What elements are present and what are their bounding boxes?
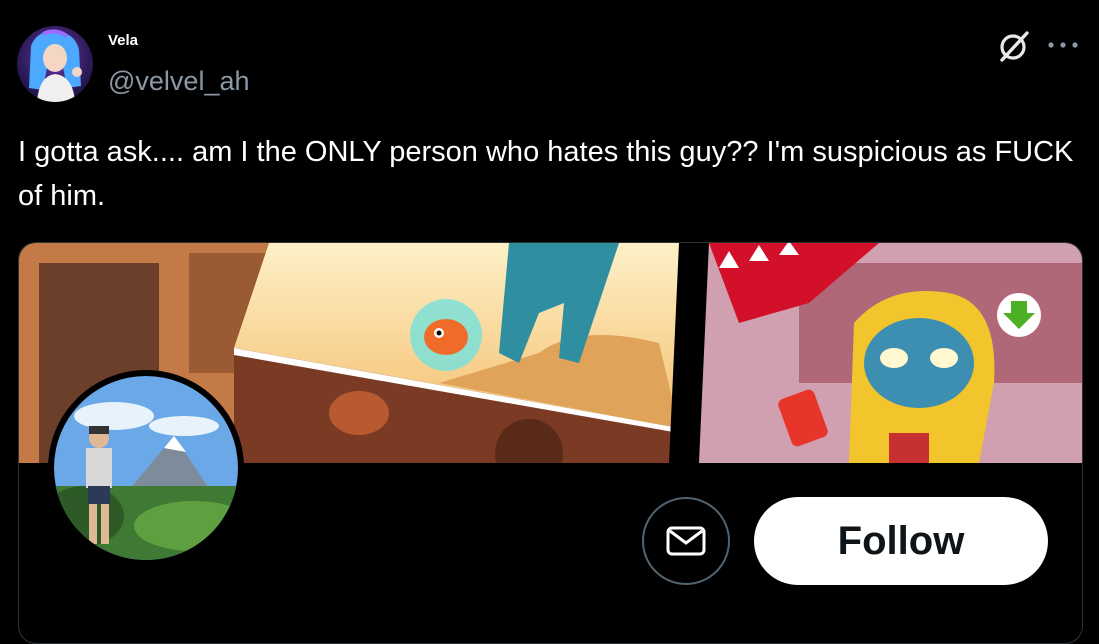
follow-button[interactable]: Follow: [754, 497, 1048, 585]
envelope-icon: [666, 526, 706, 556]
profile-photo[interactable]: [48, 370, 244, 566]
author-avatar[interactable]: [17, 26, 93, 102]
avatar-illustration: [29, 29, 82, 102]
message-button[interactable]: [642, 497, 730, 585]
tweet-text: I gotta ask.... am I the ONLY person who…: [18, 136, 1074, 212]
profile-photo-image: [54, 376, 238, 560]
more-options-icon[interactable]: [1043, 30, 1083, 60]
grok-icon[interactable]: [996, 28, 1032, 64]
author-display-name[interactable]: Vela: [108, 32, 138, 49]
author-handle[interactable]: @velvel_ah: [108, 66, 250, 97]
tweet-header: Vela @velvel_ah: [0, 0, 1099, 120]
